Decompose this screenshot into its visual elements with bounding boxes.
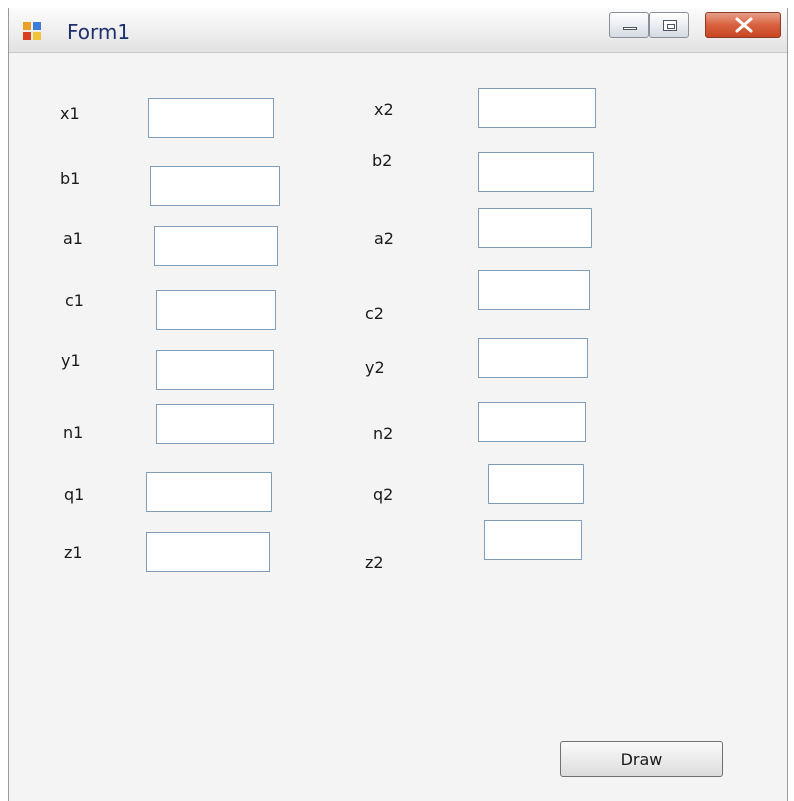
label-b1: b1 [60, 169, 81, 188]
label-b2: b2 [372, 151, 393, 170]
label-x1: x1 [60, 104, 80, 123]
label-y2: y2 [365, 358, 385, 377]
b2-input[interactable] [478, 152, 594, 192]
label-z1: z1 [64, 543, 83, 562]
maximize-icon [663, 20, 677, 31]
c2-input[interactable] [478, 270, 590, 310]
n1-input[interactable] [156, 404, 274, 444]
n2-input[interactable] [478, 402, 586, 442]
label-a2: a2 [374, 229, 394, 248]
label-c2: c2 [365, 304, 384, 323]
label-n1: n1 [63, 423, 84, 442]
maximize-button[interactable] [649, 12, 689, 38]
y1-input[interactable] [156, 350, 274, 390]
label-y1: y1 [61, 351, 81, 370]
minimize-icon [623, 27, 637, 30]
close-icon [735, 17, 753, 33]
form-icon [23, 22, 41, 40]
label-n2: n2 [373, 424, 394, 443]
label-q2: q2 [373, 485, 394, 504]
label-q1: q1 [64, 485, 85, 504]
form-window: Form1 x1 b1 a1 c1 y1 n1 q1 z1 x2 b2 a2 c… [8, 8, 788, 801]
label-x2: x2 [374, 100, 394, 119]
b1-input[interactable] [150, 166, 280, 206]
title-bar[interactable]: Form1 [9, 8, 787, 53]
label-c1: c1 [65, 291, 84, 310]
z2-input[interactable] [484, 520, 582, 560]
z1-input[interactable] [146, 532, 270, 572]
minimize-button[interactable] [609, 12, 649, 38]
close-button[interactable] [705, 12, 781, 38]
x2-input[interactable] [478, 88, 596, 128]
label-z2: z2 [365, 553, 384, 572]
x1-input[interactable] [148, 98, 274, 138]
y2-input[interactable] [478, 338, 588, 378]
c1-input[interactable] [156, 290, 276, 330]
q2-input[interactable] [488, 464, 584, 504]
a1-input[interactable] [154, 226, 278, 266]
q1-input[interactable] [146, 472, 272, 512]
label-a1: a1 [63, 229, 83, 248]
a2-input[interactable] [478, 208, 592, 248]
draw-button[interactable]: Draw [560, 741, 723, 777]
window-title: Form1 [67, 20, 131, 44]
